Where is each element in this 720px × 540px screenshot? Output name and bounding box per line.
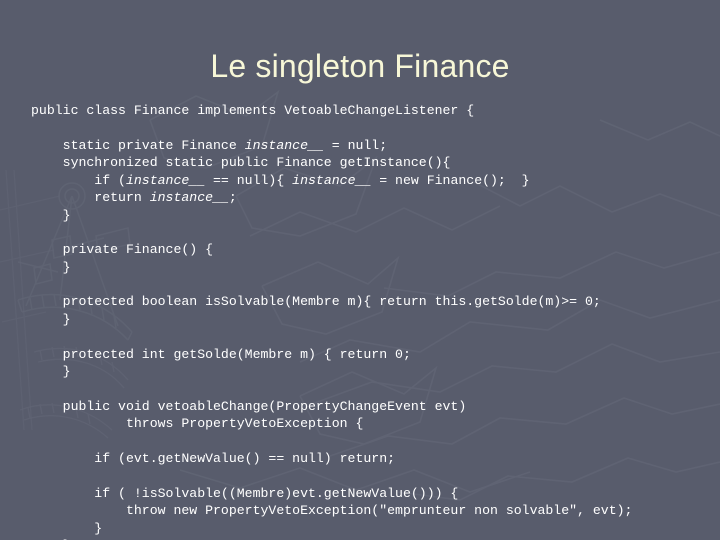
code-line: public class Finance implements Vetoable…	[31, 103, 475, 119]
code-line: return instance__;	[31, 190, 237, 206]
code-line: static private Finance instance__ = null…	[31, 137, 388, 153]
code-block: public class Finance implements Vetoable…	[31, 102, 720, 540]
code-line: protected boolean isSolvable(Membre m){ …	[31, 294, 601, 310]
slide-canvas: Le singleton Finance public class Financ…	[0, 0, 720, 540]
code-line: throws PropertyVetoException {	[31, 416, 364, 432]
code-line: }	[31, 207, 71, 223]
code-line: }	[31, 311, 71, 327]
code-line: }	[31, 259, 71, 275]
code-line: if ( !isSolvable((Membre)evt.getNewValue…	[31, 485, 459, 501]
slide-title: Le singleton Finance	[210, 48, 510, 85]
code-line: throw new PropertyVetoException("emprunt…	[31, 503, 633, 519]
code-line: }	[31, 364, 71, 380]
code-line: }	[31, 520, 103, 536]
code-line: synchronized static public Finance getIn…	[31, 155, 451, 171]
code-line: if (instance__ == null){ instance__ = ne…	[31, 172, 530, 188]
code-line: if (evt.getNewValue() == null) return;	[31, 451, 396, 466]
code-line: public void vetoableChange(PropertyChang…	[31, 398, 467, 414]
code-line: private Finance() {	[31, 242, 214, 258]
code-line: protected int getSolde(Membre m) { retur…	[31, 346, 411, 362]
